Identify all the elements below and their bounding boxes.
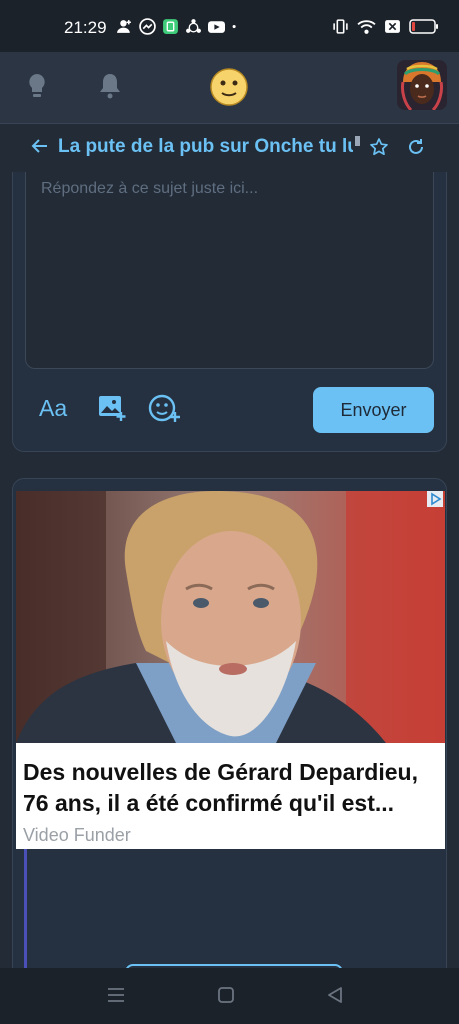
ad-card: Des nouvelles de Gérard Depardieu, 76 an… xyxy=(12,478,447,978)
reply-card: Répondez à ce sujet juste ici... Aa Envo… xyxy=(12,172,447,452)
wifi-icon xyxy=(357,20,376,34)
menu-icon[interactable] xyxy=(106,986,126,1004)
notification-icons xyxy=(116,18,241,35)
arrow-left-icon[interactable] xyxy=(31,137,49,155)
youtube-icon xyxy=(208,21,225,33)
lightbulb-icon[interactable] xyxy=(26,72,48,100)
vibrate-icon xyxy=(333,19,348,34)
dot-icon xyxy=(232,24,236,29)
battery-icon xyxy=(409,19,438,34)
add-emoji-icon[interactable] xyxy=(148,394,182,424)
refresh-icon[interactable] xyxy=(406,137,426,157)
bell-icon[interactable] xyxy=(98,72,122,100)
app-header xyxy=(0,52,459,124)
status-bar: 21:29 xyxy=(0,0,459,52)
onche-smiley-logo[interactable] xyxy=(209,67,249,107)
ad-headline[interactable]: Des nouvelles de Gérard Depardieu, 76 an… xyxy=(23,757,441,819)
avatar[interactable] xyxy=(397,60,447,110)
ad-choices-icon[interactable] xyxy=(427,491,443,507)
messenger-icon xyxy=(139,18,156,35)
thread-line xyxy=(24,849,27,978)
title-overflow-mark xyxy=(355,136,360,146)
topic-title[interactable]: La pute de la pub sur Onche tu lui xyxy=(58,136,353,158)
status-time: 21:29 xyxy=(64,18,107,37)
system-nav-bar xyxy=(0,968,459,1024)
ad-text-box[interactable]: Des nouvelles de Gérard Depardieu, 76 an… xyxy=(16,743,445,849)
system-icons xyxy=(332,18,439,35)
send-button[interactable]: Envoyer xyxy=(313,387,434,433)
topic-title-bar: La pute de la pub sur Onche tu lui xyxy=(0,124,459,172)
star-icon[interactable] xyxy=(369,137,389,157)
close-box-icon xyxy=(385,20,400,33)
ad-source: Video Funder xyxy=(23,825,131,845)
text-format-icon[interactable]: Aa xyxy=(39,395,67,422)
home-square-icon[interactable] xyxy=(217,986,235,1004)
reply-input[interactable]: Répondez à ce sujet juste ici... xyxy=(25,172,434,369)
ad-image[interactable] xyxy=(16,491,445,743)
app-icon xyxy=(163,19,178,34)
back-triangle-icon[interactable] xyxy=(326,986,344,1004)
sync-icon xyxy=(186,19,201,33)
add-image-icon[interactable] xyxy=(97,394,127,422)
person-add-icon xyxy=(117,20,131,33)
